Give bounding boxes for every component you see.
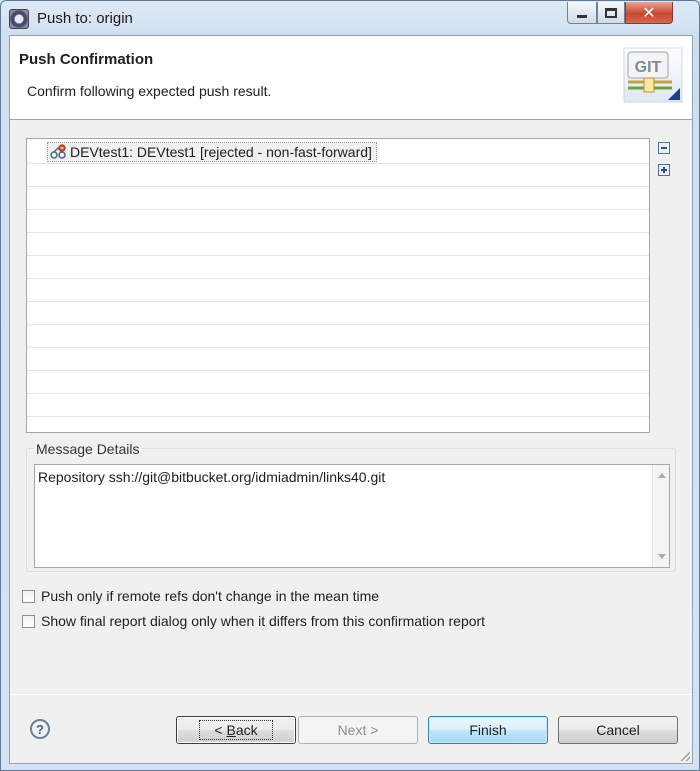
tree-row (27, 210, 649, 233)
dialog-client-area: Push Confirmation Confirm following expe… (9, 35, 693, 764)
git-logo-icon: GIT (623, 47, 683, 103)
eclipse-app-icon (9, 9, 29, 29)
tree-row (27, 279, 649, 302)
tree-row (27, 371, 649, 394)
show-final-report-option[interactable]: Show final report dialog only when it di… (22, 613, 485, 629)
message-details-text-area[interactable]: Repository ssh://git@bitbucket.org/idmia… (34, 464, 670, 568)
minimize-icon (577, 15, 587, 18)
back-button[interactable]: < Back (176, 716, 296, 744)
tree-row[interactable]: DEVtest1: DEVtest1 [rejected - non-fast-… (27, 139, 649, 164)
message-scrollbar[interactable] (652, 465, 669, 567)
tree-toolbar (658, 142, 672, 186)
finish-button[interactable]: Finish (428, 716, 548, 744)
page-description: Confirm following expected push result. (27, 83, 272, 99)
back-button-label: < Back (199, 720, 273, 740)
tree-item-devtest1[interactable]: DEVtest1: DEVtest1 [rejected - non-fast-… (47, 142, 377, 162)
scroll-up-icon[interactable] (658, 473, 666, 478)
tree-row (27, 348, 649, 371)
close-button[interactable]: ✕ (625, 2, 673, 24)
push-only-if-unchanged-label: Push only if remote refs don't change in… (41, 588, 380, 604)
message-details-text: Repository ssh://git@bitbucket.org/idmia… (38, 469, 386, 485)
help-icon: ? (36, 721, 44, 737)
show-final-report-label: Show final report dialog only when it di… (41, 613, 486, 629)
tree-row (27, 233, 649, 256)
help-button[interactable]: ? (30, 719, 50, 739)
collapse-all-icon[interactable] (658, 142, 670, 154)
tree-row (27, 325, 649, 348)
tree-row (27, 164, 649, 187)
tree-row (27, 417, 649, 432)
git-logo-text: GIT (635, 59, 662, 76)
show-final-report-checkbox[interactable] (22, 614, 35, 628)
dialog-window: Push to: origin ✕ Push Confirmation Conf… (0, 0, 700, 771)
scroll-down-icon[interactable] (658, 554, 666, 559)
tree-row (27, 302, 649, 325)
tree-row (27, 187, 649, 210)
next-button[interactable]: Next > (298, 716, 418, 744)
tree-row (27, 394, 649, 417)
maximize-icon (605, 7, 617, 18)
push-only-if-unchanged-option[interactable]: Push only if remote refs don't change in… (22, 588, 379, 604)
minimize-button[interactable] (567, 2, 597, 24)
cancel-button-label: Cancel (596, 722, 640, 738)
next-button-label: Next > (337, 722, 379, 738)
message-details-label: Message Details (34, 441, 142, 457)
tree-item-label: DEVtest1: DEVtest1 [rejected - non-fast-… (70, 144, 372, 160)
close-icon: ✕ (642, 2, 656, 22)
footer-separator (10, 694, 692, 695)
title-bar[interactable]: Push to: origin ✕ (1, 1, 699, 35)
finish-button-label: Finish (469, 722, 507, 738)
tree-row (27, 256, 649, 279)
page-title: Push Confirmation (19, 51, 154, 68)
resize-grip[interactable] (680, 751, 690, 761)
push-only-if-unchanged-checkbox[interactable] (22, 589, 35, 603)
push-ref-icon (50, 144, 66, 159)
cancel-button[interactable]: Cancel (558, 716, 678, 744)
maximize-button[interactable] (597, 2, 625, 24)
wizard-banner: Push Confirmation Confirm following expe… (10, 36, 692, 120)
push-result-tree[interactable]: DEVtest1: DEVtest1 [rejected - non-fast-… (26, 138, 650, 433)
window-title: Push to: origin (37, 10, 133, 27)
expand-all-icon[interactable] (658, 164, 670, 176)
